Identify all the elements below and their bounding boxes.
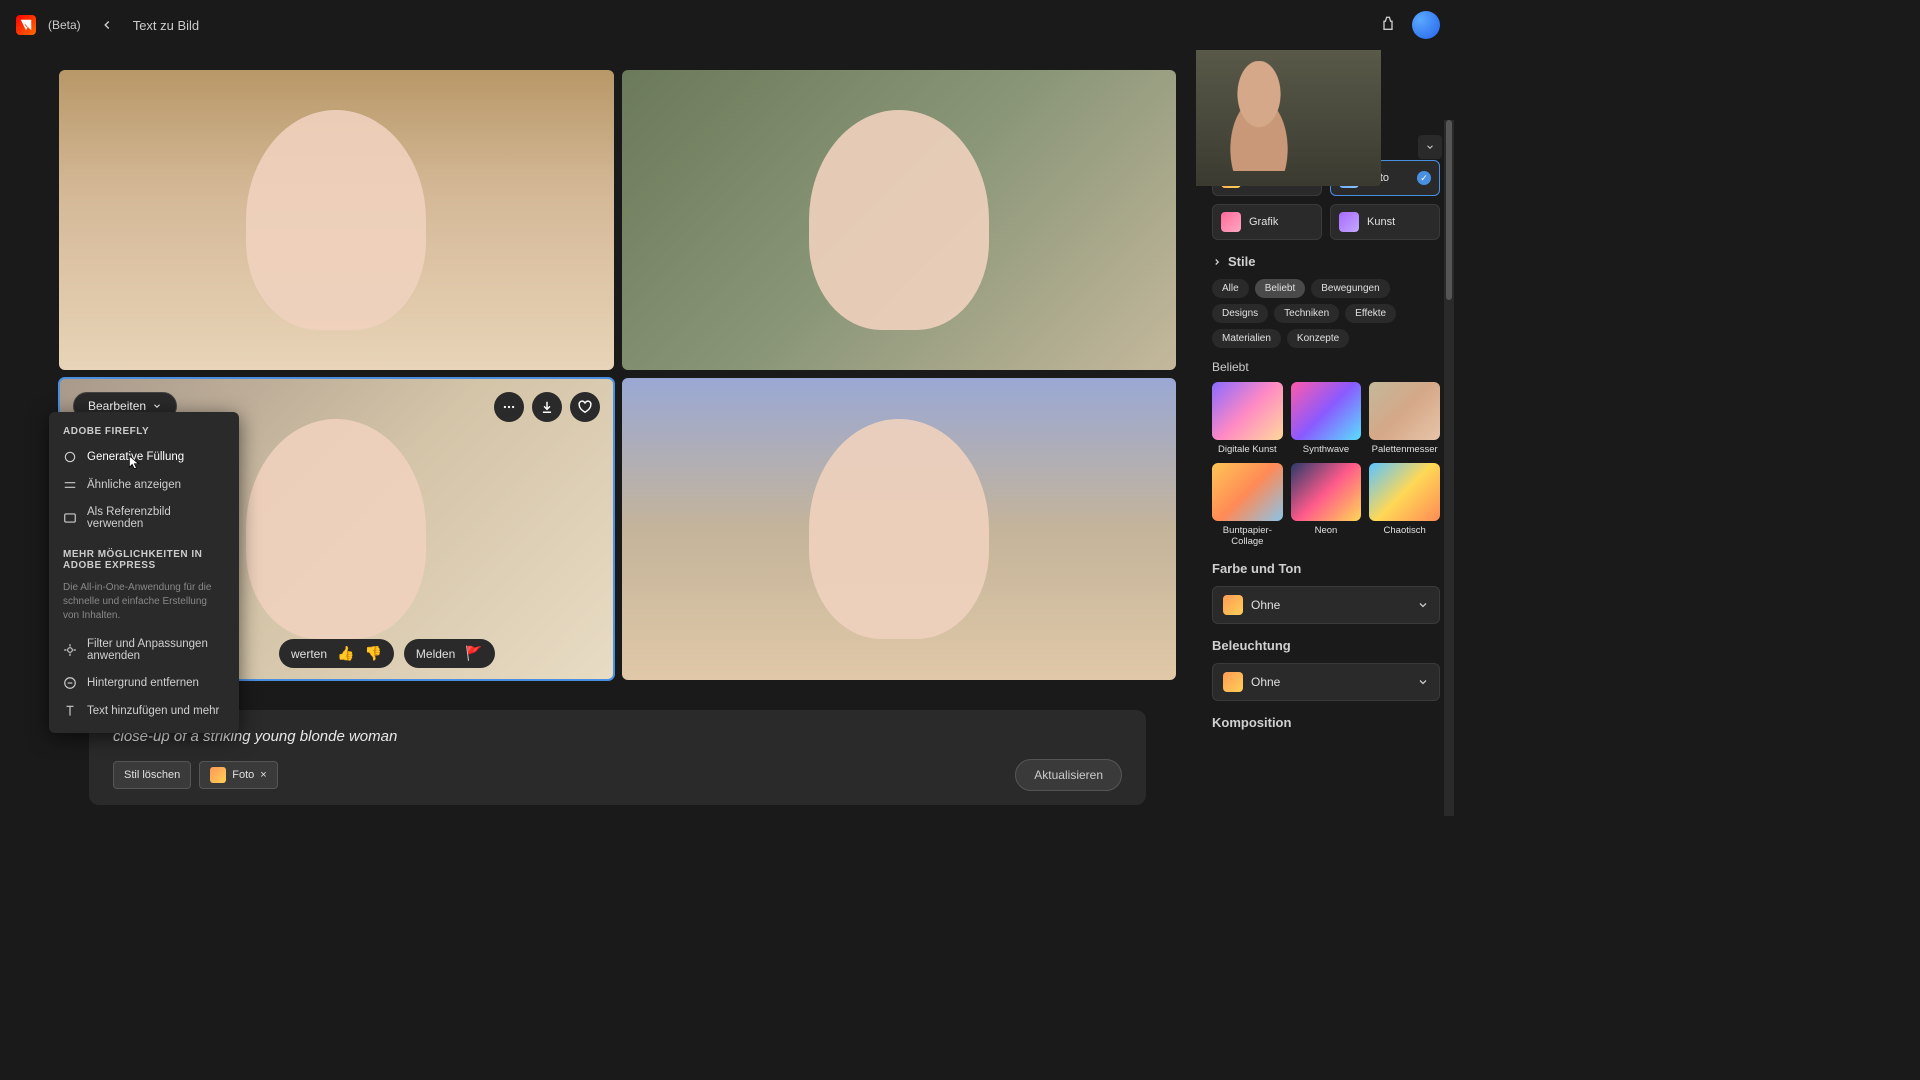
- report-label: Melden: [416, 647, 455, 661]
- filter-tab-konzepte[interactable]: Konzepte: [1287, 329, 1349, 348]
- check-icon: ✓: [1417, 171, 1431, 185]
- dropdown-thumb-icon: [1223, 672, 1243, 692]
- section-farbe-ton-title: Farbe und Ton: [1212, 561, 1440, 576]
- dd-express-desc: Die All-in-One-Anwendung für die schnell…: [49, 577, 239, 631]
- thumbs-up-button[interactable]: 👍: [337, 645, 354, 662]
- clear-style-label: Stil löschen: [124, 769, 180, 781]
- webcam-overlay: [1196, 50, 1381, 186]
- prompt-bar: close-up of a striking young blonde woma…: [89, 710, 1146, 805]
- rate-group: werten 👍 👎: [279, 639, 394, 668]
- user-avatar[interactable]: [1412, 11, 1440, 39]
- dd-item-use-reference[interactable]: Als Referenzbild verwenden: [49, 499, 239, 537]
- chip-thumb-icon: [210, 767, 226, 783]
- farbe-ton-dropdown[interactable]: Ohne: [1212, 586, 1440, 624]
- flag-icon: 🚩: [465, 645, 482, 662]
- chevron-right-icon: [1212, 257, 1222, 267]
- heart-icon: [578, 400, 592, 414]
- chevron-down-icon: [1417, 599, 1429, 611]
- section-beleuchtung-title: Beleuchtung: [1212, 638, 1440, 653]
- type-grafik-label: Grafik: [1249, 216, 1278, 228]
- filter-tab-materialien[interactable]: Materialien: [1212, 329, 1281, 348]
- sidebar-scrollbar[interactable]: [1444, 120, 1454, 816]
- download-icon: [540, 400, 554, 414]
- filter-tab-alle[interactable]: Alle: [1212, 279, 1249, 298]
- clear-style-button[interactable]: Stil löschen: [113, 761, 191, 789]
- dropdown-thumb-icon: [1223, 595, 1243, 615]
- rate-label: werten: [291, 647, 327, 661]
- filter-tab-bewegungen[interactable]: Bewegungen: [1311, 279, 1389, 298]
- chip-foto-label: Foto: [232, 769, 254, 781]
- type-thumb-icon: [1221, 212, 1241, 232]
- style-card-chaotisch[interactable]: Chaotisch: [1369, 463, 1440, 547]
- beleuchtung-value: Ohne: [1251, 675, 1280, 689]
- download-button[interactable]: [532, 392, 562, 422]
- chevron-down-icon: [1417, 676, 1429, 688]
- type-chip-grafik[interactable]: Grafik: [1212, 204, 1322, 240]
- text-icon: [63, 704, 77, 718]
- filter-tab-designs[interactable]: Designs: [1212, 304, 1268, 323]
- dd-item-add-text[interactable]: Text hinzufügen und mehr: [49, 697, 239, 725]
- prompt-input[interactable]: close-up of a striking young blonde woma…: [113, 728, 1122, 745]
- thumbs-down-button[interactable]: 👎: [364, 645, 381, 662]
- dd-item-filters[interactable]: Filter und Anpassungen anwenden: [49, 631, 239, 669]
- adjust-icon: [63, 643, 77, 657]
- beleuchtung-dropdown[interactable]: Ohne: [1212, 663, 1440, 701]
- style-chip-foto[interactable]: Foto ×: [199, 761, 277, 789]
- sparkle-icon: [63, 450, 77, 464]
- right-sidebar: Inhaltstyp Ohne Foto ✓ Grafik Kunst: [1196, 50, 1456, 816]
- filter-tab-effekte[interactable]: Effekte: [1345, 304, 1396, 323]
- beta-label: (Beta): [48, 18, 81, 32]
- style-card-buntpapier[interactable]: Buntpapier-Collage: [1212, 463, 1283, 547]
- dd-item-remove-bg[interactable]: Hintergrund entfernen: [49, 669, 239, 697]
- notification-icon[interactable]: [1380, 16, 1396, 35]
- remove-chip-icon[interactable]: ×: [260, 769, 266, 781]
- type-chip-kunst[interactable]: Kunst: [1330, 204, 1440, 240]
- result-card-2[interactable]: [622, 70, 1177, 370]
- type-thumb-icon: [1339, 212, 1359, 232]
- style-card-palette[interactable]: Palettenmesser: [1369, 382, 1440, 455]
- section-stile-title[interactable]: Stile: [1212, 254, 1440, 269]
- result-card-4[interactable]: [622, 378, 1177, 680]
- update-label: Aktualisieren: [1034, 768, 1103, 782]
- more-icon: [502, 400, 516, 414]
- similar-icon: [63, 478, 77, 492]
- result-card-1[interactable]: [59, 70, 614, 370]
- report-group[interactable]: Melden 🚩: [404, 639, 495, 668]
- sidebar-collapse-button[interactable]: [1418, 135, 1442, 159]
- style-card-neon[interactable]: Neon: [1291, 463, 1362, 547]
- more-options-button[interactable]: [494, 392, 524, 422]
- favorite-button[interactable]: [570, 392, 600, 422]
- app-header: (Beta) Text zu Bild: [0, 0, 1456, 50]
- update-button[interactable]: Aktualisieren: [1015, 759, 1122, 791]
- dd-item-generative-fill[interactable]: Generative Füllung: [49, 443, 239, 471]
- section-komposition-title: Komposition: [1212, 715, 1440, 730]
- back-button[interactable]: [93, 11, 121, 39]
- edit-dropdown-menu: ADOBE FIREFLY Generative Füllung Ähnlich…: [49, 412, 239, 733]
- farbe-ton-value: Ohne: [1251, 598, 1280, 612]
- style-card-digital[interactable]: Digitale Kunst: [1212, 382, 1283, 455]
- erase-icon: [63, 676, 77, 690]
- type-kunst-label: Kunst: [1367, 216, 1395, 228]
- dd-item-show-similar[interactable]: Ähnliche anzeigen: [49, 471, 239, 499]
- dd-section-firefly: ADOBE FIREFLY: [49, 420, 239, 443]
- sidebar-scrollbar-thumb[interactable]: [1446, 120, 1452, 300]
- adobe-logo-icon: [16, 15, 36, 35]
- chevron-down-icon: [152, 401, 162, 411]
- style-card-synthwave[interactable]: Synthwave: [1291, 382, 1362, 455]
- filter-tab-techniken[interactable]: Techniken: [1274, 304, 1339, 323]
- chevron-down-icon: [1425, 142, 1435, 152]
- edit-button-label: Bearbeiten: [88, 399, 146, 413]
- page-title: Text zu Bild: [133, 18, 199, 33]
- beliebt-subtitle: Beliebt: [1212, 360, 1440, 374]
- filter-tab-beliebt[interactable]: Beliebt: [1255, 279, 1306, 298]
- image-icon: [63, 511, 77, 525]
- dd-section-express: MEHR MÖGLICHKEITEN IN ADOBE EXPRESS: [49, 543, 239, 577]
